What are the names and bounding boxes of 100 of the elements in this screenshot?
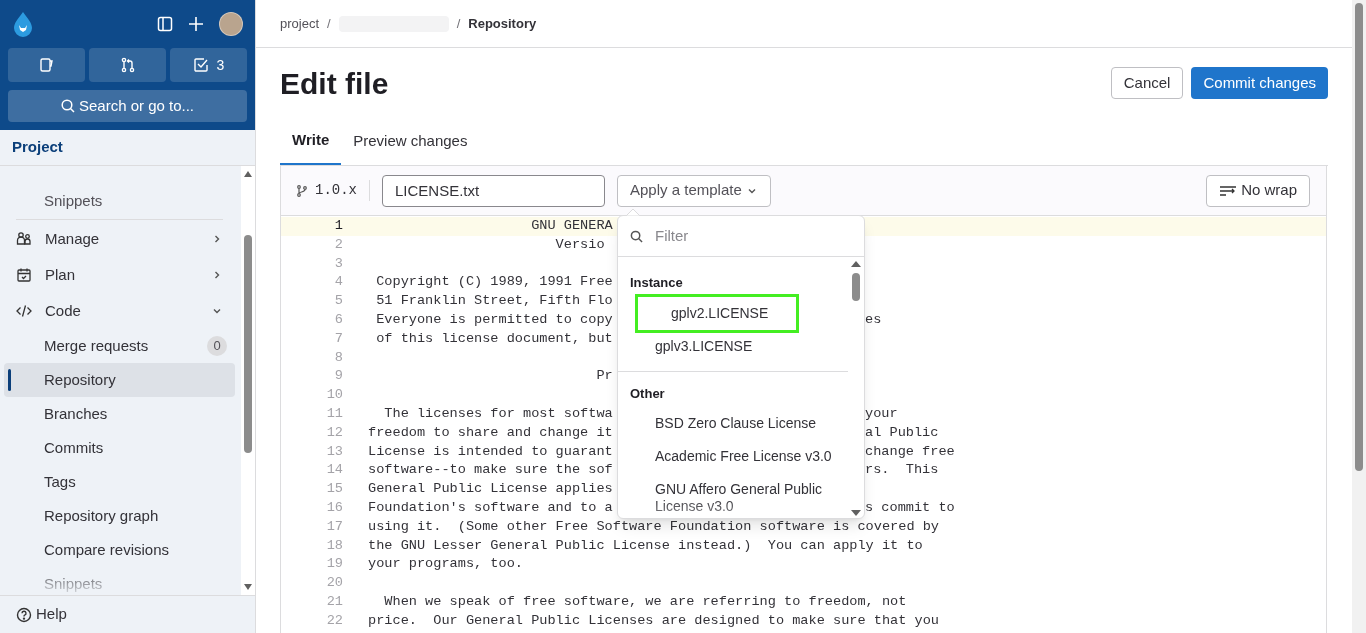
code-line: Foundation's software and to a <box>368 499 613 515</box>
code-icon <box>16 303 32 319</box>
line-number: 5 <box>333 292 343 311</box>
sidebar-item[interactable]: Repository <box>4 363 235 397</box>
code-line: of this license document, but <box>375 330 613 346</box>
sidebar-toggle-icon[interactable] <box>157 16 173 32</box>
code-line: When we speak of free software, we are referring to freedom, not <box>383 593 907 609</box>
search-icon <box>630 229 643 243</box>
sidebar-item[interactable]: Tags <box>4 465 235 499</box>
template-dropdown[interactable]: Apply a template <box>617 174 771 207</box>
breadcrumb-current: Repository <box>468 14 537 33</box>
sidebar-section[interactable]: Code <box>4 293 235 329</box>
line-number: 14 <box>325 461 343 480</box>
sidebar-title: Project <box>0 130 255 166</box>
line-number: 7 <box>333 329 343 348</box>
sidebar-item[interactable]: Repository graph <box>4 499 235 533</box>
line-number: 13 <box>325 442 343 461</box>
search-icon <box>60 99 75 113</box>
scroll-down-icon[interactable] <box>244 584 252 590</box>
code-line: price. Our General Public Licenses are designed to make sure that you <box>368 612 940 628</box>
code-line: 51 Franklin Street, Fifth Flo <box>375 293 613 309</box>
code-line: software--to make sure the sof <box>368 462 613 478</box>
line-number: 8 <box>333 348 343 367</box>
help-icon <box>16 606 32 623</box>
code-line: Versio <box>554 236 605 252</box>
logo-icon[interactable] <box>12 11 34 37</box>
commit-button[interactable]: Commit changes <box>1191 67 1328 99</box>
sidebar-item[interactable]: Snippets <box>4 184 235 218</box>
scrollbar[interactable] <box>1352 0 1366 633</box>
checkbox-icon <box>192 57 209 73</box>
line-number: 19 <box>325 555 343 574</box>
scroll-up-icon[interactable] <box>244 171 252 177</box>
line-number: 21 <box>325 592 343 611</box>
code-line: es <box>865 311 882 329</box>
scrollbar-thumb[interactable] <box>852 273 860 301</box>
line-number: 22 <box>325 611 343 630</box>
cancel-button[interactable]: Cancel <box>1110 67 1184 99</box>
issues-button[interactable] <box>8 48 85 82</box>
line-number: 15 <box>325 480 343 499</box>
line-number: 17 <box>325 517 343 536</box>
code-line: the GNU Lesser General Public License instead.) You can apply it to <box>368 537 923 553</box>
plus-icon[interactable] <box>189 17 203 31</box>
breadcrumb-link[interactable]: project <box>280 13 320 34</box>
menu-item[interactable]: BSD Zero Clause License <box>622 407 844 440</box>
line-number: 1 <box>333 217 343 235</box>
code-line: s commit to <box>865 498 955 517</box>
line-number: 18 <box>325 536 343 555</box>
breadcrumb-separator: / <box>327 14 331 33</box>
line-number: 11 <box>325 404 343 423</box>
sidebar-item[interactable]: Branches <box>4 397 235 431</box>
scroll-up-icon[interactable] <box>851 261 861 267</box>
code-line: using it. (Some other Free Software Foundation software is covered by <box>368 518 940 534</box>
sidebar-item[interactable]: Commits <box>4 431 235 465</box>
sidebar-section[interactable]: Manage <box>4 221 235 257</box>
breadcrumb-separator: / <box>456 14 461 33</box>
wrap-icon <box>1219 184 1238 197</box>
sidebar-item[interactable]: Merge requests 0 <box>4 329 235 363</box>
code-line: The licenses for most softwa <box>383 405 613 421</box>
line-number: 10 <box>325 386 343 405</box>
code-line: Everyone is permitted to copy <box>375 312 613 327</box>
todo-button[interactable]: 3 <box>170 48 247 82</box>
avatar[interactable] <box>219 12 243 36</box>
line-number: 4 <box>333 273 343 292</box>
code-line: Pr <box>595 368 613 384</box>
code-line: Copyright (C) 1989, 1991 Free <box>375 274 613 290</box>
sidebar-item[interactable]: Compare revisions <box>4 533 235 567</box>
tab[interactable]: Preview changes <box>341 118 480 165</box>
line-number: 9 <box>333 367 343 386</box>
scroll-down-icon[interactable] <box>851 510 861 516</box>
menu-item[interactable]: gplv2.LICENSE <box>638 296 796 330</box>
code-line: License is intended to guarant <box>368 443 613 459</box>
help-link[interactable]: Help <box>0 595 255 633</box>
branch-icon <box>297 184 307 197</box>
merge-requests-button[interactable] <box>89 48 166 82</box>
sidebar-section[interactable]: Plan <box>4 257 235 293</box>
line-number: 20 <box>325 574 343 593</box>
code-line: your programs, too. <box>368 556 523 572</box>
code-line: GNU GENERA <box>530 218 613 233</box>
scrollbar-thumb[interactable] <box>1355 3 1363 471</box>
branch-name: 1.0.x <box>315 180 370 201</box>
line-number: 6 <box>333 311 343 329</box>
scrollbar[interactable] <box>850 261 862 516</box>
menu-item[interactable]: gplv3.LICENSE <box>622 329 844 363</box>
menu-item[interactable]: Academic Free License v3.0 <box>622 440 844 473</box>
no-wrap-button[interactable]: No wrap <box>1206 174 1310 207</box>
group-heading: Instance <box>629 274 684 292</box>
issue-icon <box>38 57 55 73</box>
count-badge: 0 <box>207 336 227 356</box>
search-button[interactable]: Search or go to... <box>8 90 247 122</box>
scrollbar[interactable] <box>241 166 255 595</box>
group-heading: Other <box>629 384 666 403</box>
code-line: al Public <box>865 423 939 442</box>
filename-field[interactable]: LICENSE.txt <box>382 174 605 207</box>
merge-request-icon <box>119 57 136 73</box>
code-line: General Public License applies <box>368 481 613 497</box>
calendar-icon <box>16 267 32 283</box>
scrollbar-thumb[interactable] <box>244 235 252 453</box>
line-number: 12 <box>325 423 343 442</box>
filter-field[interactable]: Filter <box>655 224 852 248</box>
menu-item[interactable]: GNU Affero General Public License v3.0 <box>622 473 844 518</box>
